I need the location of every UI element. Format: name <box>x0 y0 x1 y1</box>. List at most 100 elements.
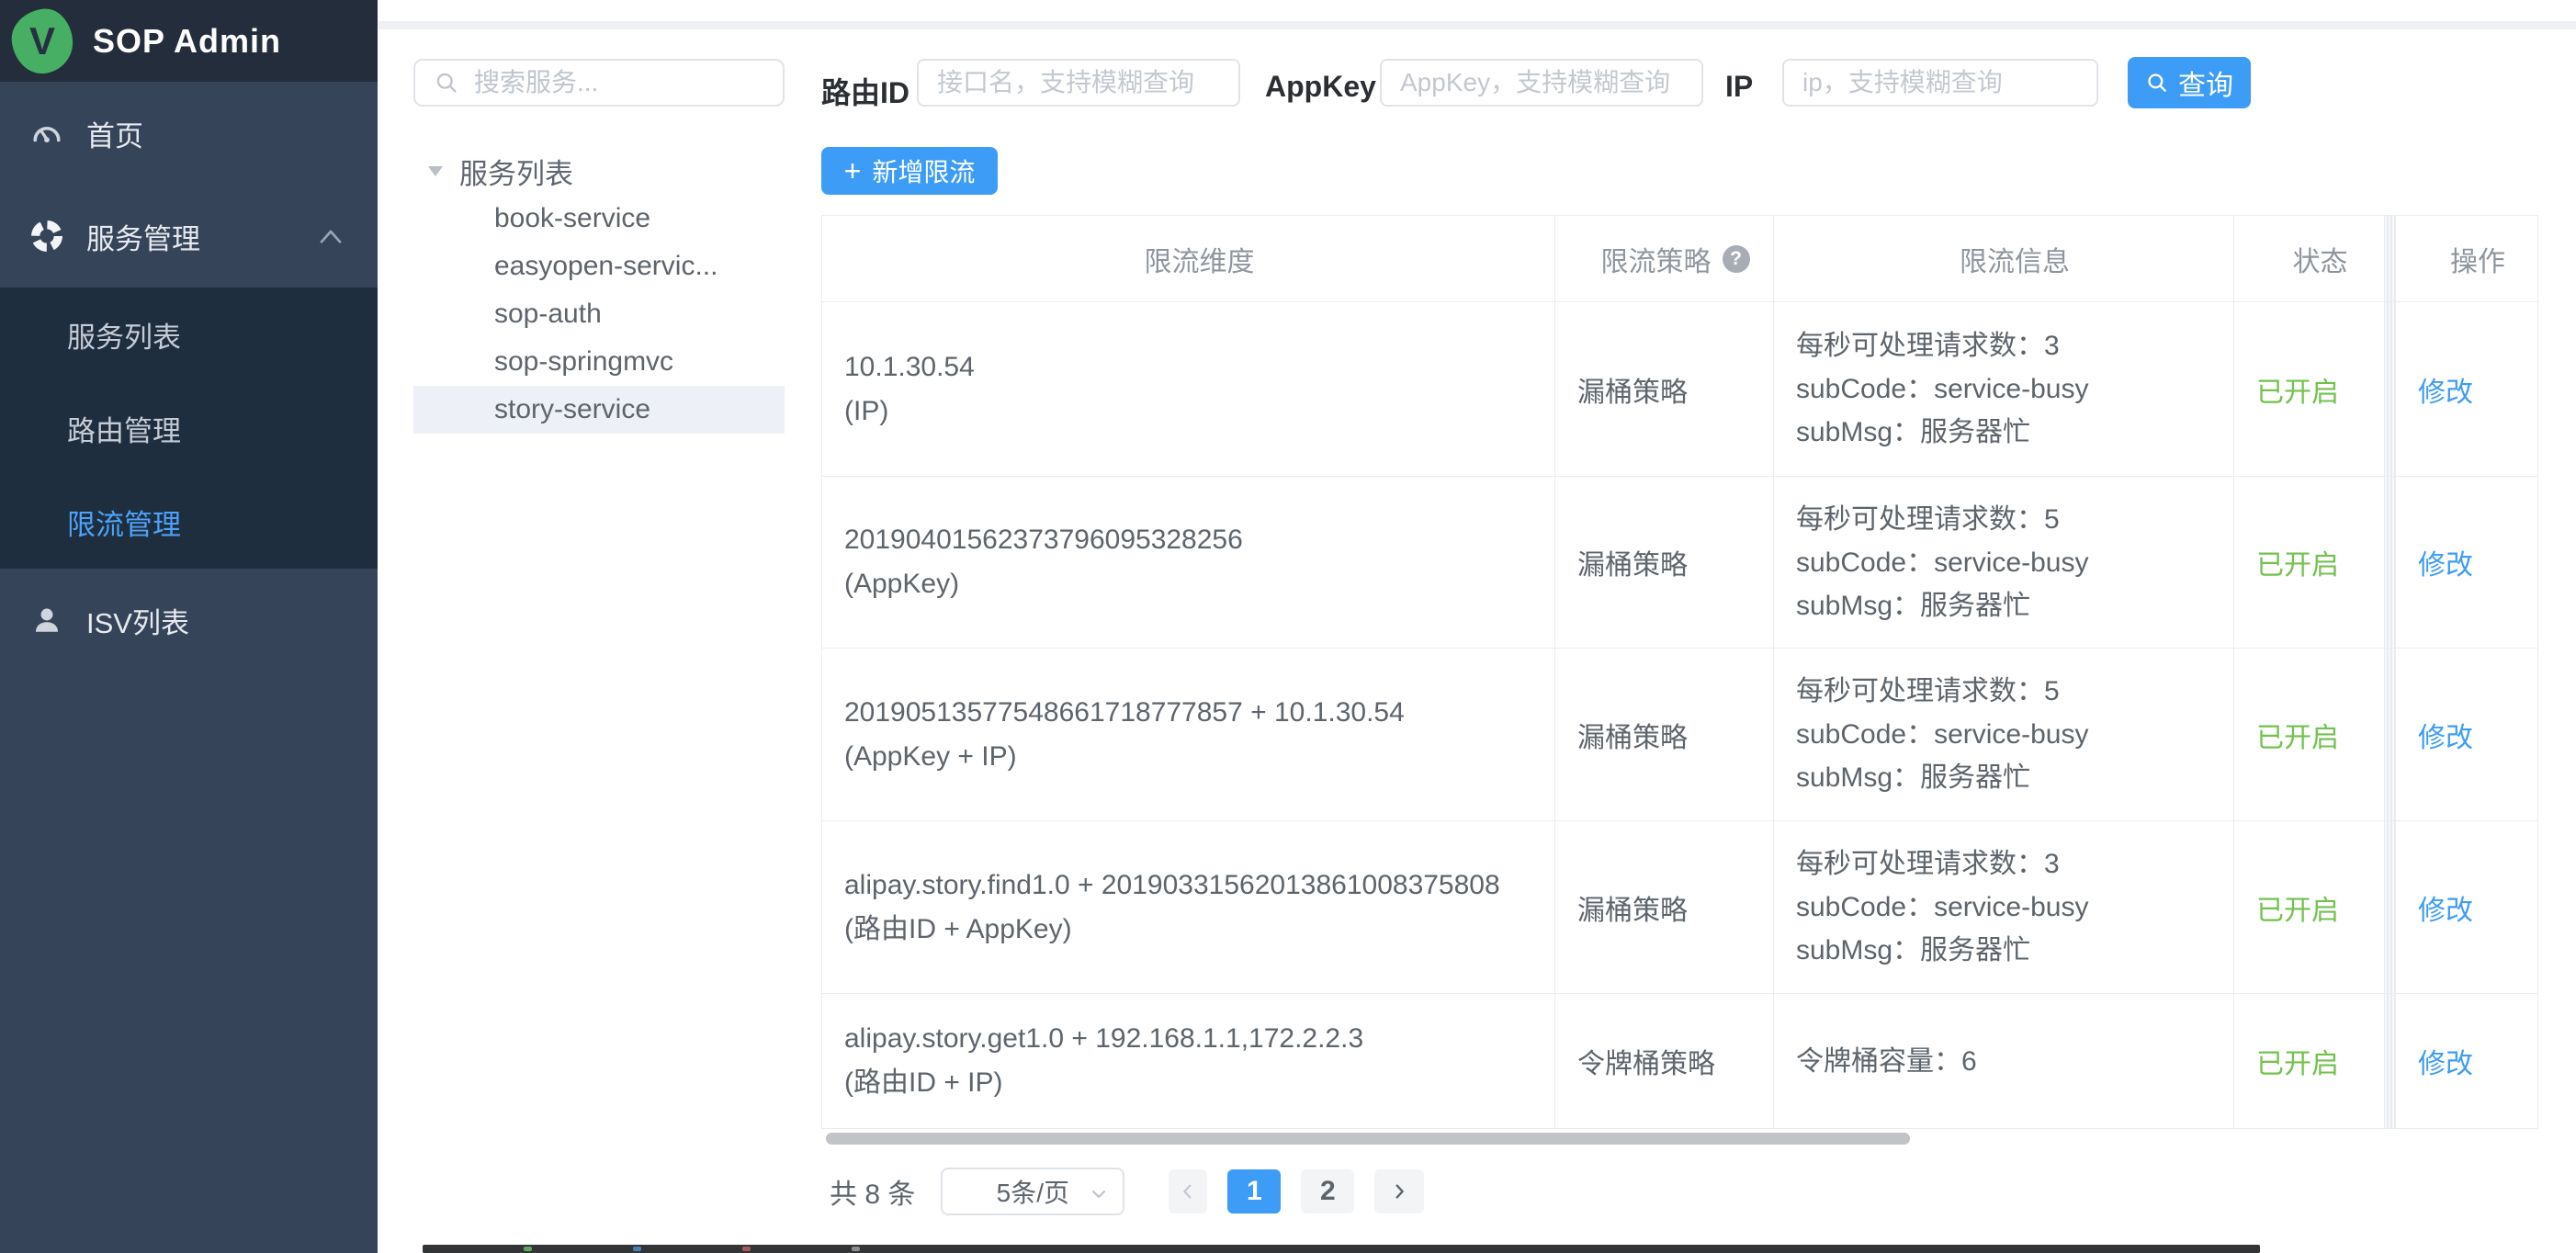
cell-status: 已开启 <box>2234 302 2385 477</box>
cell-strategy: 漏桶策略 <box>1555 821 1774 994</box>
status-badge: 已开启 <box>2256 369 2384 410</box>
dock-dot <box>852 1247 860 1251</box>
search-icon <box>2145 71 2169 95</box>
edit-link[interactable]: 修改 <box>2418 1041 2537 1081</box>
chevron-right-icon <box>1389 1181 1409 1202</box>
app-logo-bar: V SOP Admin <box>0 0 378 82</box>
cell-info: 每秒可处理请求数：5 subCode：service-busy subMsg：服… <box>1774 649 2234 821</box>
ip-input[interactable] <box>1782 59 2098 107</box>
cell-status: 已开启 <box>2234 649 2385 821</box>
caret-down-icon[interactable] <box>428 166 443 176</box>
sidebar: V SOP Admin 首页 服务管理 服务列表 路 <box>0 0 378 1253</box>
sidebar-item-service-mgmt[interactable]: 服务管理 <box>0 185 378 288</box>
sidebar-menu: 首页 服务管理 服务列表 路由管理 限流管理 <box>0 82 378 672</box>
edit-link[interactable]: 修改 <box>2418 542 2537 582</box>
chevron-down-icon <box>1088 1183 1110 1205</box>
appkey-input[interactable] <box>1380 59 1703 107</box>
sidebar-item-label: 服务列表 <box>67 314 181 356</box>
pagination: 共 8 条 5条/页 1 2 <box>830 1168 1424 1215</box>
chevron-left-icon <box>1178 1181 1198 1202</box>
header-strategy: 限流策略 ? <box>1555 216 1774 302</box>
tree-item-sop-springmvc[interactable]: sop-springmvc <box>413 338 785 386</box>
cell-dimension: alipay.story.find1.0 + 20190331562013861… <box>822 821 1555 994</box>
sidebar-item-isv-list[interactable]: ISV列表 <box>0 569 378 672</box>
status-badge: 已开启 <box>2256 1041 2384 1081</box>
edit-link[interactable]: 修改 <box>2418 369 2537 410</box>
cell-action: 修改 <box>2396 302 2537 477</box>
table-row: 20190401562373796095328256 (AppKey) 漏桶策略… <box>822 477 2537 649</box>
dock-dot <box>633 1247 641 1251</box>
tree-root-service-list[interactable]: 服务列表 <box>428 147 785 195</box>
tree-item-easyopen-service[interactable]: easyopen-servic... <box>413 243 785 290</box>
service-search-input[interactable] <box>472 67 742 98</box>
horizontal-scrollbar[interactable] <box>826 1133 1910 1145</box>
cell-status: 已开启 <box>2234 994 2385 1128</box>
cell-dimension: 20190401562373796095328256 (AppKey) <box>822 477 1555 649</box>
prev-page-button[interactable] <box>1169 1169 1207 1213</box>
cell-action: 修改 <box>2396 821 2537 994</box>
query-button-label: 查询 <box>2178 62 2233 103</box>
tree-item-sop-auth[interactable]: sop-auth <box>413 290 785 338</box>
query-button[interactable]: 查询 <box>2128 57 2251 108</box>
cell-dimension: 10.1.30.54 (IP) <box>822 302 1555 477</box>
cell-strategy: 漏桶策略 <box>1555 477 1774 649</box>
dock-strip <box>423 1245 2260 1253</box>
fixed-column-gap <box>2385 994 2396 1128</box>
page-button-1[interactable]: 1 <box>1227 1169 1281 1213</box>
page-button-2[interactable]: 2 <box>1301 1169 1354 1213</box>
app-logo-icon: V <box>9 6 76 76</box>
add-limit-button-label: 新增限流 <box>872 152 975 189</box>
cell-status: 已开启 <box>2234 821 2385 994</box>
help-question-icon[interactable]: ? <box>1723 245 1750 273</box>
dock-dot <box>524 1247 532 1251</box>
table-row: 20190513577548661718777857 + 10.1.30.54 … <box>822 649 2537 821</box>
next-page-button[interactable] <box>1374 1169 1424 1213</box>
status-badge: 已开启 <box>2256 887 2384 928</box>
sidebar-item-label: 服务管理 <box>86 216 200 257</box>
user-icon <box>30 604 63 637</box>
service-donut-icon <box>30 220 63 253</box>
sidebar-item-home[interactable]: 首页 <box>0 82 378 185</box>
plus-icon: + <box>844 156 862 186</box>
app-title: SOP Admin <box>93 22 281 61</box>
page-size-value: 5条/页 <box>997 1173 1069 1210</box>
sidebar-item-route-mgmt[interactable]: 路由管理 <box>0 381 378 475</box>
sidebar-item-limit-mgmt[interactable]: 限流管理 <box>0 475 378 569</box>
page-size-select[interactable]: 5条/页 <box>941 1168 1124 1215</box>
fixed-column-gap <box>2385 821 2396 994</box>
ip-label: IP <box>1725 70 1753 104</box>
appkey-label: AppKey <box>1265 70 1376 104</box>
cell-info: 每秒可处理请求数：3 subCode：service-busy subMsg：服… <box>1774 821 2234 994</box>
tree-item-story-service[interactable]: story-service <box>413 386 785 434</box>
table-row: alipay.story.find1.0 + 20190331562013861… <box>822 821 2537 994</box>
sidebar-item-service-list[interactable]: 服务列表 <box>0 288 378 381</box>
cell-strategy: 令牌桶策略 <box>1555 994 1774 1128</box>
sidebar-submenu-service: 服务列表 路由管理 限流管理 <box>0 288 378 569</box>
fixed-column-gap <box>2385 302 2396 477</box>
table-header-row: 限流维度 限流策略 ? 限流信息 状态 操作 <box>822 216 2537 302</box>
table-row: 10.1.30.54 (IP) 漏桶策略 每秒可处理请求数：3 subCode：… <box>822 302 2537 477</box>
service-tree: book-service easyopen-servic... sop-auth… <box>413 195 785 434</box>
cell-strategy: 漏桶策略 <box>1555 649 1774 821</box>
dock-dot <box>742 1247 751 1251</box>
add-limit-button[interactable]: + 新增限流 <box>821 147 998 195</box>
table-row: alipay.story.get1.0 + 192.168.1.1,172.2.… <box>822 994 2537 1128</box>
header-status: 状态 <box>2234 216 2385 302</box>
fixed-column-gap <box>2385 216 2396 302</box>
cell-strategy: 漏桶策略 <box>1555 302 1774 477</box>
cell-info: 每秒可处理请求数：5 subCode：service-busy subMsg：服… <box>1774 477 2234 649</box>
cell-dimension: 20190513577548661718777857 + 10.1.30.54 … <box>822 649 1555 821</box>
header-action: 操作 <box>2396 216 2537 302</box>
cell-action: 修改 <box>2396 477 2537 649</box>
search-icon <box>434 70 459 96</box>
header-info: 限流信息 <box>1774 216 2234 302</box>
edit-link[interactable]: 修改 <box>2418 715 2537 755</box>
rate-limit-table: 限流维度 限流策略 ? 限流信息 状态 操作 10.1.30.54 (IP) 漏… <box>821 215 2538 1129</box>
pagination-total: 共 8 条 <box>830 1171 915 1212</box>
edit-link[interactable]: 修改 <box>2418 887 2537 928</box>
fixed-column-gap <box>2385 477 2396 649</box>
tree-root-label: 服务列表 <box>459 151 573 192</box>
route-id-input[interactable] <box>917 59 1240 107</box>
tree-item-book-service[interactable]: book-service <box>413 195 785 243</box>
cell-status: 已开启 <box>2234 477 2385 649</box>
